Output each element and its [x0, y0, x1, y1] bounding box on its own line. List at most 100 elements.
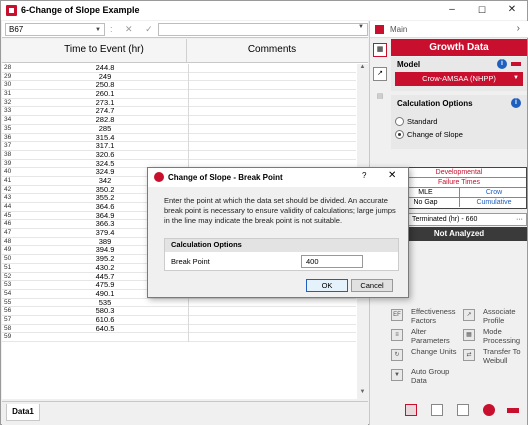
- comment-cell[interactable]: [188, 107, 356, 117]
- row-number[interactable]: 50: [4, 255, 20, 263]
- sheet-tab-data1[interactable]: Data1: [6, 404, 40, 421]
- dialog-title-bar: Change of Slope - Break Point ? ✕: [148, 168, 408, 187]
- row-number[interactable]: 32: [4, 99, 20, 107]
- dialog-close-button[interactable]: ✕: [388, 170, 396, 181]
- more-icon[interactable]: ···: [516, 214, 523, 225]
- cancel-button[interactable]: Cancel: [351, 279, 393, 292]
- time-cell[interactable]: 244.8: [22, 64, 188, 72]
- minus-icon[interactable]: [507, 408, 519, 413]
- data-type-cell[interactable]: Developmental: [392, 168, 526, 178]
- table-row: 32 273.1: [2, 98, 356, 108]
- table-icon[interactable]: [457, 404, 469, 416]
- info-icon[interactable]: i: [511, 98, 521, 108]
- minimize-button[interactable]: –: [441, 3, 463, 17]
- time-cell[interactable]: 640.5: [22, 324, 188, 333]
- row-number[interactable]: 57: [4, 316, 20, 324]
- row-number[interactable]: 47: [4, 229, 20, 237]
- comment-cell[interactable]: [188, 298, 356, 308]
- time-cell[interactable]: 285: [22, 124, 188, 133]
- data-format-cell[interactable]: Failure Times: [392, 178, 526, 188]
- row-number[interactable]: 54: [4, 290, 20, 298]
- report-icon[interactable]: ▤: [373, 91, 387, 105]
- row-number[interactable]: 59: [4, 333, 20, 341]
- cancel-edit-icon[interactable]: ✕: [125, 24, 133, 34]
- calculate-icon[interactable]: ▦: [373, 43, 387, 57]
- row-number[interactable]: 41: [4, 177, 20, 185]
- comment-cell[interactable]: [188, 133, 356, 143]
- time-cell[interactable]: 320.6: [22, 150, 188, 159]
- row-number[interactable]: 45: [4, 212, 20, 220]
- comment-cell[interactable]: [188, 333, 356, 342]
- row-number[interactable]: 42: [4, 186, 20, 194]
- row-number[interactable]: 30: [4, 81, 20, 89]
- row-number[interactable]: 44: [4, 203, 20, 211]
- row-number[interactable]: 49: [4, 246, 20, 254]
- row-number[interactable]: 36: [4, 134, 20, 142]
- row-number[interactable]: 46: [4, 220, 20, 228]
- confirm-edit-icon[interactable]: ✓: [145, 24, 153, 34]
- sheet-tab-bar: Data1: [2, 401, 368, 425]
- time-cell[interactable]: 260.1: [22, 90, 188, 98]
- cell-name-box[interactable]: B67 ▼: [5, 23, 105, 36]
- maximize-button[interactable]: ☐: [471, 3, 493, 17]
- row-number[interactable]: 51: [4, 264, 20, 272]
- cumulative-cell[interactable]: Cumulative: [460, 198, 528, 207]
- row-number[interactable]: 39: [4, 160, 20, 168]
- comment-cell[interactable]: [188, 116, 356, 125]
- termination-field[interactable]: Terminated (hr) - 660 ···: [391, 213, 527, 226]
- chevron-right-icon[interactable]: ›: [517, 23, 520, 34]
- help-button[interactable]: ?: [362, 171, 366, 180]
- row-number[interactable]: 53: [4, 281, 20, 289]
- plot-icon[interactable]: ↗: [373, 67, 387, 81]
- model-select[interactable]: Crow-AMSAA (NHPP) ▼: [395, 72, 523, 86]
- row-number[interactable]: 35: [4, 125, 20, 133]
- ok-button[interactable]: OK: [306, 279, 348, 292]
- row-number[interactable]: 40: [4, 168, 20, 176]
- change-of-slope-radio[interactable]: [395, 130, 404, 139]
- comment-cell[interactable]: [188, 324, 356, 334]
- edit-icon[interactable]: [431, 404, 443, 416]
- comment-cell[interactable]: [188, 64, 356, 73]
- row-number[interactable]: 29: [4, 73, 20, 81]
- time-cell[interactable]: 317.1: [22, 142, 188, 150]
- comment-cell[interactable]: [188, 81, 356, 91]
- comment-cell[interactable]: [188, 150, 356, 160]
- scroll-up-icon[interactable]: ▲: [357, 64, 368, 74]
- column-header-comments[interactable]: Comments: [188, 39, 356, 63]
- row-number[interactable]: 52: [4, 273, 20, 281]
- collapse-icon[interactable]: [511, 62, 521, 66]
- standard-radio[interactable]: [395, 117, 404, 126]
- growth-icon[interactable]: [405, 404, 417, 416]
- transfer-weibull-button[interactable]: ⇄ Transfer To Weibull: [463, 347, 528, 371]
- comment-cell[interactable]: [188, 124, 356, 134]
- auto-group-data-button[interactable]: ▼ Auto Group Data: [391, 367, 459, 391]
- comment-cell[interactable]: [188, 98, 356, 108]
- row-number[interactable]: 58: [4, 325, 20, 333]
- comment-cell[interactable]: [188, 307, 356, 316]
- profile-icon: ↗: [463, 309, 475, 321]
- time-cell[interactable]: 282.8: [22, 116, 188, 124]
- comment-cell[interactable]: [188, 72, 356, 82]
- column-header-time[interactable]: Time to Event (hr): [22, 39, 187, 63]
- row-number[interactable]: 55: [4, 299, 20, 307]
- time-cell[interactable]: 610.6: [22, 315, 188, 324]
- comment-cell[interactable]: [188, 90, 356, 99]
- break-point-input[interactable]: 400: [301, 255, 363, 268]
- close-button[interactable]: ✕: [501, 3, 523, 17]
- formula-input[interactable]: ▼: [158, 23, 368, 36]
- crow-cell[interactable]: Crow: [460, 188, 528, 197]
- row-number[interactable]: 28: [4, 64, 20, 72]
- row-number[interactable]: 37: [4, 142, 20, 150]
- row-number[interactable]: 56: [4, 307, 20, 315]
- comment-cell[interactable]: [188, 142, 356, 151]
- row-number[interactable]: 33: [4, 107, 20, 115]
- comment-cell[interactable]: [188, 315, 356, 325]
- row-number[interactable]: 31: [4, 90, 20, 98]
- stop-icon[interactable]: [483, 404, 495, 416]
- row-number[interactable]: 38: [4, 151, 20, 159]
- info-icon[interactable]: i: [497, 59, 507, 69]
- row-number[interactable]: 48: [4, 238, 20, 246]
- row-number[interactable]: 34: [4, 116, 20, 124]
- row-number[interactable]: 43: [4, 194, 20, 202]
- scroll-down-icon[interactable]: ▼: [357, 389, 368, 399]
